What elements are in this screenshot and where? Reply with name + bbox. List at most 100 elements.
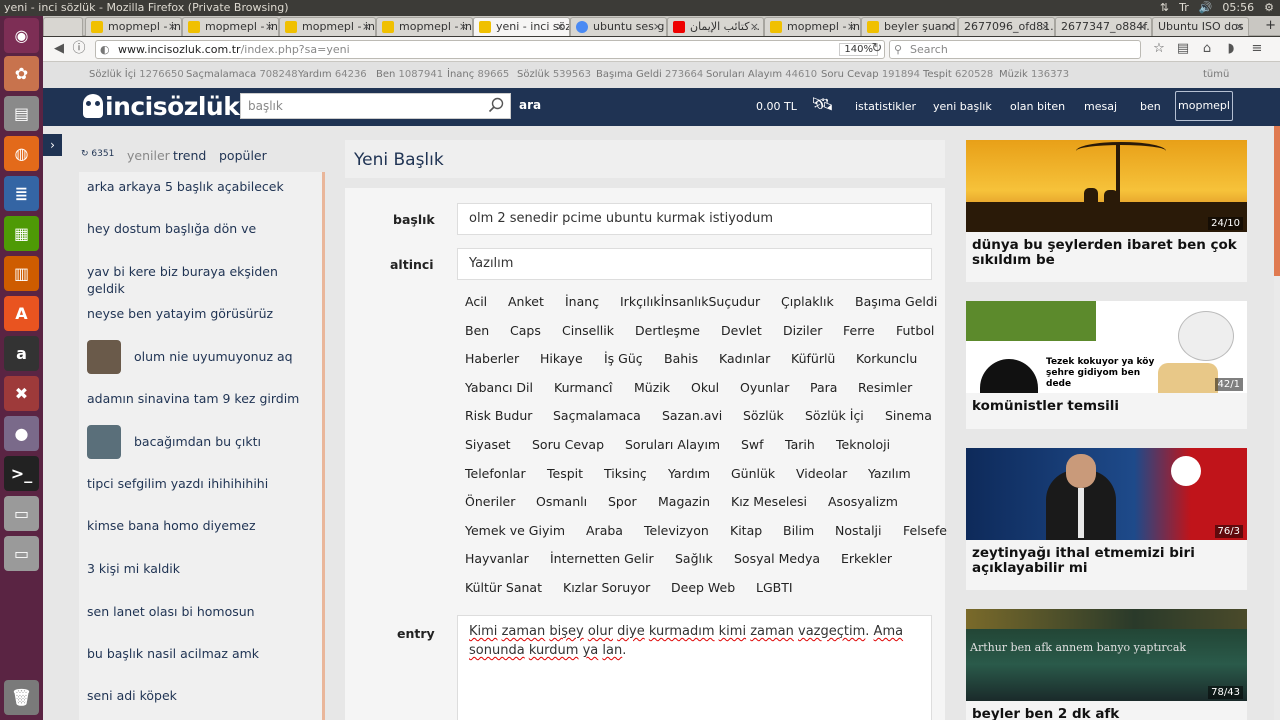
category-option[interactable]: Bahis (664, 351, 698, 366)
category-option[interactable]: Yardım (668, 466, 710, 481)
stat-item[interactable]: Sözlük 539563 (517, 62, 591, 88)
tab[interactable]: ubuntu ses g × (570, 17, 667, 36)
category-option[interactable]: Anket (508, 294, 544, 309)
tab-trend[interactable]: trend (173, 148, 206, 163)
scrollbar[interactable] (1274, 126, 1280, 720)
keyboard-icon[interactable]: Tr (1179, 0, 1189, 16)
user-menu-button[interactable]: mopmepl (1175, 91, 1233, 121)
terminal-icon[interactable]: >_ (4, 456, 39, 491)
nav-mesaj[interactable]: mesaj (1084, 100, 1117, 113)
category-option[interactable]: Çıplaklık (781, 294, 834, 309)
stat-item[interactable]: Soru Cevap 191894 (821, 62, 920, 88)
category-option[interactable]: Deep Web (671, 580, 735, 595)
category-option[interactable]: Magazin (658, 494, 710, 509)
entry-textarea[interactable]: Kimi zaman bişey olur diye kurmadım kimi… (457, 615, 932, 720)
tab[interactable]: 2677096_ofd81. × (958, 17, 1055, 36)
sidebar-toggle-icon[interactable]: › (43, 134, 62, 156)
stat-item[interactable]: Sözlük İçi 1276650 (89, 62, 184, 88)
search-input[interactable]: ⚲ Search (889, 40, 1141, 59)
category-option[interactable]: Oyunlar (740, 380, 789, 395)
title-input[interactable]: olm 2 senedir pcime ubuntu kurmak istiyo… (457, 203, 932, 235)
category-option[interactable]: Araba (586, 523, 623, 538)
category-option[interactable]: LGBTI (756, 580, 793, 595)
list-item[interactable]: 3 kişi mi kaldik (87, 560, 317, 577)
drive-icon[interactable]: ▭ (4, 496, 39, 531)
category-option[interactable]: Cinsellik (562, 323, 614, 338)
photos-icon[interactable]: ✿ (4, 56, 39, 91)
tab[interactable]: beyler şuand × (861, 17, 958, 36)
close-icon[interactable]: × (750, 18, 759, 36)
category-option[interactable]: IrkçılıkİnsanlıkSuçudur (620, 294, 760, 309)
stat-item[interactable]: Ben 1087941 (376, 62, 443, 88)
category-option[interactable]: Küfürlü (791, 351, 835, 366)
category-option[interactable]: Kız Meselesi (731, 494, 807, 509)
category-option[interactable]: Ferre (843, 323, 875, 338)
category-option[interactable]: İnanç (565, 294, 599, 309)
list-item[interactable]: yav bi kere biz buraya ekşiden geldik (87, 263, 317, 297)
list-item[interactable]: olum nie uyumuyonuz aq (87, 340, 317, 374)
back-icon[interactable]: ◀ (51, 41, 67, 57)
tab-yeniler[interactable]: yeniler (127, 148, 170, 163)
tab[interactable]: mopmepl - in × (279, 17, 376, 36)
category-option[interactable]: Müzik (634, 380, 670, 395)
close-icon[interactable]: × (1041, 18, 1050, 36)
reading-list-icon[interactable]: ▤ (1175, 41, 1191, 57)
category-option[interactable]: Soru Cevap (532, 437, 604, 452)
category-option[interactable]: Devlet (721, 323, 762, 338)
category-option[interactable]: Okul (691, 380, 719, 395)
nav-olan-biten[interactable]: olan biten (1010, 100, 1065, 113)
category-option[interactable]: Acil (465, 294, 487, 309)
category-option[interactable]: Resimler (858, 380, 912, 395)
category-option[interactable]: Para (810, 380, 837, 395)
tab[interactable]: mopmepl - in × (85, 17, 182, 36)
tab[interactable]: mopmepl - in × (182, 17, 279, 36)
stat-item[interactable]: Başıma Geldi 273664 (596, 62, 703, 88)
featured-card[interactable]: 76/3 zeytinyağı ithal etmemizi biri açık… (966, 448, 1247, 590)
featured-card[interactable]: 24/10 dünya bu şeylerden ibaret ben çok … (966, 140, 1247, 282)
ubuntu-dash-icon[interactable]: ◉ (4, 18, 39, 53)
category-option[interactable]: Soruları Alayım (625, 437, 720, 452)
scrollbar-thumb[interactable] (1274, 126, 1280, 276)
reload-icon[interactable]: ↻ (869, 41, 885, 57)
close-icon[interactable]: × (944, 18, 953, 36)
software-center-icon[interactable]: A (4, 296, 39, 331)
close-icon[interactable]: × (1235, 18, 1244, 36)
clock[interactable]: 05:56 (1222, 0, 1254, 16)
info-icon[interactable]: ⓘ (71, 41, 87, 57)
stat-item[interactable]: Tespit 620528 (923, 62, 993, 88)
list-item[interactable]: neyse ben yatayim görüsürüz (87, 305, 317, 322)
writer-icon[interactable]: ≣ (4, 176, 39, 211)
category-option[interactable]: Tarih (785, 437, 815, 452)
category-option[interactable]: Saçmalamaca (553, 408, 641, 423)
category-input[interactable]: Yazılım (457, 248, 932, 280)
list-item[interactable]: bu başlık nasil acilmaz amk (87, 645, 317, 662)
category-option[interactable]: Risk Budur (465, 408, 532, 423)
close-icon[interactable]: × (653, 18, 662, 36)
stat-item[interactable]: Saçmalamaca 708248 (186, 62, 298, 88)
list-item[interactable]: hey dostum başlığa dön ve (87, 220, 317, 237)
drive-icon[interactable]: ▭ (4, 536, 39, 571)
stat-item[interactable]: İnanç 89665 (447, 62, 509, 88)
category-option[interactable]: Futbol (896, 323, 934, 338)
url-bar[interactable]: ◐ www.incisozluk.com.tr/index.php?sa=yen… (95, 40, 885, 59)
category-option[interactable]: Sözlük İçi (805, 408, 864, 423)
tab[interactable]: mopmepl - in × (376, 17, 473, 36)
category-option[interactable]: Kültür Sanat (465, 580, 542, 595)
category-option[interactable]: Erkekler (841, 551, 892, 566)
category-option[interactable]: Telefonlar (465, 466, 526, 481)
pocket-icon[interactable]: ◗ (1223, 41, 1239, 57)
home-icon[interactable]: ⌂ (1199, 41, 1215, 57)
stat-item[interactable]: Yardım 64236 (298, 62, 367, 88)
tab[interactable]: Ubuntu ISO dos × (1152, 17, 1249, 36)
category-option[interactable]: Yemek ve Giyim (465, 523, 565, 538)
volume-icon[interactable]: 🔊 (1199, 0, 1213, 16)
satellite-icon[interactable]: 🛰 (811, 94, 834, 115)
close-icon[interactable]: × (1138, 18, 1147, 36)
category-option[interactable]: Öneriler (465, 494, 515, 509)
calc-icon[interactable]: ▦ (4, 216, 39, 251)
category-option[interactable]: Teknoloji (836, 437, 890, 452)
nav-istatistikler[interactable]: istatistikler (855, 100, 916, 113)
category-option[interactable]: Tespit (547, 466, 583, 481)
impress-icon[interactable]: ▥ (4, 256, 39, 291)
featured-card[interactable]: Tezek kokuyor ya köy şehre gidiyom ben d… (966, 301, 1247, 429)
